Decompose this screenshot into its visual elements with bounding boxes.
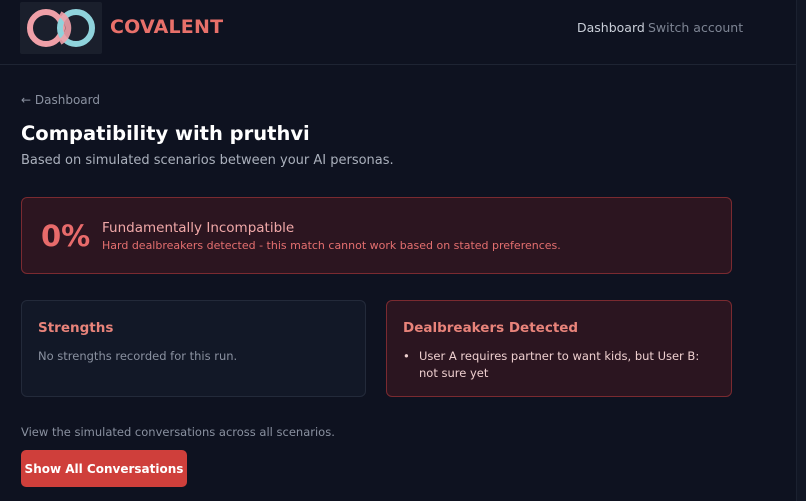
dealbreaker-item: User A requires partner to want kids, bu… <box>403 348 713 382</box>
brand-name[interactable]: COVALENT <box>110 16 223 38</box>
compatibility-description: Hard dealbreakers detected - this match … <box>102 239 561 252</box>
strengths-panel: Strengths No strengths recorded for this… <box>21 300 366 397</box>
conversations-hint: View the simulated conversations across … <box>21 425 335 439</box>
page-subtitle: Based on simulated scenarios between you… <box>21 153 394 168</box>
dealbreakers-title: Dealbreakers Detected <box>403 320 579 336</box>
interlocking-rings-icon <box>27 9 95 47</box>
page-title: Compatibility with pruthvi <box>21 122 310 145</box>
compatibility-score-value: 0% <box>41 219 91 253</box>
back-to-dashboard-link[interactable]: ← Dashboard <box>21 93 100 107</box>
nav-switch-account-link[interactable]: Switch account <box>648 20 743 35</box>
nav-dashboard-link[interactable]: Dashboard <box>577 20 645 35</box>
compatibility-score-card: 0% Fundamentally Incompatible Hard dealb… <box>21 197 732 274</box>
dealbreakers-list: User A requires partner to want kids, bu… <box>403 348 713 382</box>
strengths-title: Strengths <box>38 320 114 336</box>
dealbreakers-panel: Dealbreakers Detected User A requires pa… <box>386 300 732 397</box>
strengths-empty-text: No strengths recorded for this run. <box>38 349 238 363</box>
scrollbar[interactable] <box>796 0 806 501</box>
compatibility-verdict: Fundamentally Incompatible <box>102 220 295 236</box>
show-all-conversations-button[interactable]: Show All Conversations <box>21 450 187 487</box>
top-navbar: COVALENT Dashboard Switch account <box>0 0 796 65</box>
logo[interactable] <box>20 2 102 54</box>
